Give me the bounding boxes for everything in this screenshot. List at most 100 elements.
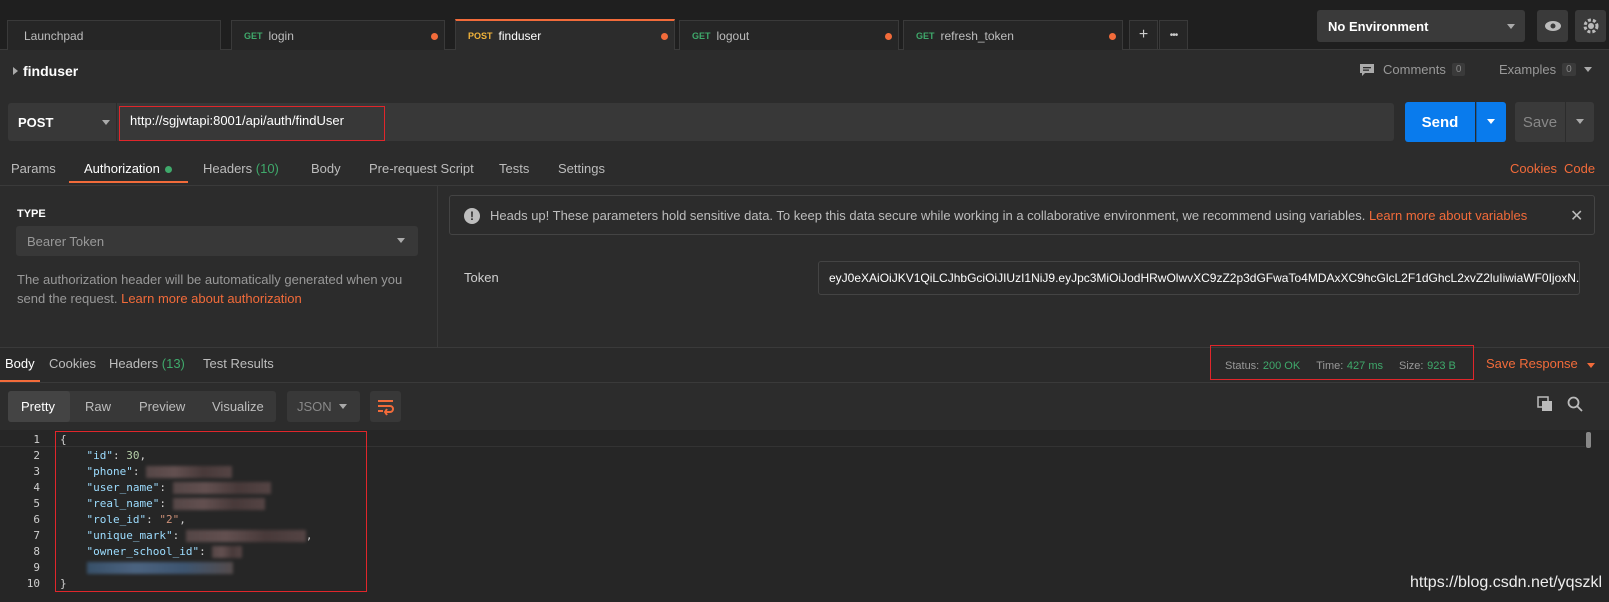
close-icon[interactable]: ✕ [1570,206,1583,226]
redacted-value [86,562,233,574]
tab-params[interactable]: Params [11,161,56,176]
code-line: "owner_school_id": [60,545,243,558]
token-input[interactable]: eyJ0eXAiOiJKV1QiLCJhbGciOiJIUzI1NiJ9.eyJ… [818,261,1580,295]
auth-type-panel [0,186,438,347]
active-tab-indicator [69,181,188,183]
tab-method: POST [468,30,493,41]
code-line: "role_id": "2", [86,513,186,526]
cookies-link[interactable]: Cookies [1510,161,1557,176]
response-tab-body[interactable]: Body [5,356,35,371]
manage-environments-button[interactable] [1575,10,1606,42]
chevron-down-icon [1587,363,1596,368]
tab-body[interactable]: Body [311,161,341,176]
unsaved-dot-icon [1109,33,1116,40]
save-response-button[interactable]: Save Response [1486,356,1596,371]
caret-right-icon[interactable] [13,67,18,75]
time-value[interactable]: 427 ms [1347,360,1383,372]
auth-type-label: TYPE [17,208,46,220]
tab-prerequest-script[interactable]: Pre-request Script [369,161,474,176]
tab-more-button[interactable]: ••• [1159,20,1188,50]
wrap-lines-button[interactable] [370,391,401,422]
line-number: 10 [26,577,40,590]
headers-count: (10) [255,161,279,176]
tab-finduser[interactable]: POST finduser [455,19,675,50]
auth-type-value: Bearer Token [27,233,105,249]
tab-headers-label: Headers [203,161,253,176]
time-label: Time: [1316,360,1344,372]
json-value: 30 [126,449,140,462]
search-icon[interactable] [1567,396,1583,415]
examples-label: Examples [1499,62,1557,77]
tab-logout[interactable]: GET logout [679,20,899,50]
request-name[interactable]: finduser [23,63,78,79]
status-label: Status: [1225,360,1260,372]
json-key: "phone" [86,465,133,478]
format-pretty-button[interactable]: Pretty [21,399,55,414]
tab-authorization[interactable]: Authorization [84,161,172,176]
tab-tests[interactable]: Tests [499,161,529,176]
new-tab-button[interactable]: + [1129,20,1158,50]
tab-settings[interactable]: Settings [558,161,605,176]
json-key: "real_name" [86,497,160,510]
line-number: 6 [33,513,40,526]
active-dot-icon [164,166,172,174]
response-meta: Status: 200 OK Time: 427 ms Size: 923 B [1225,357,1456,372]
format-preview-button[interactable]: Preview [139,399,185,414]
comment-icon [1360,63,1374,76]
plus-icon: + [1138,26,1149,43]
response-tab-test-results[interactable]: Test Results [203,356,274,371]
code-line: } [60,577,67,590]
response-headers-count: (13) [161,356,185,371]
auth-type-select[interactable]: Bearer Token [16,226,418,256]
tab-launchpad[interactable]: Launchpad [7,20,221,50]
tab-label: finduser [498,28,542,43]
comments-button[interactable]: Comments 0 [1359,62,1466,77]
send-label: Send [1421,113,1459,131]
code-line: { [60,433,67,446]
language-label: JSON [297,399,332,414]
environment-select[interactable]: No Environment [1317,10,1525,42]
redacted-value [212,546,243,558]
save-button[interactable]: Save [1515,102,1565,142]
environment-quick-look-button[interactable] [1537,10,1568,42]
learn-more-variables-link[interactable]: Learn more about variables [1369,208,1527,223]
tab-refresh-token[interactable]: GET refresh_token [903,20,1123,50]
examples-button[interactable]: Examples 0 [1499,62,1592,77]
line-number: 7 [33,529,40,542]
copy-icon[interactable] [1537,396,1553,415]
tab-label: Launchpad [24,28,84,43]
tab-login[interactable]: GET login [231,20,445,50]
format-visualize-button[interactable]: Visualize [212,399,264,414]
chevron-down-icon [1487,119,1495,124]
line-number: 5 [33,497,40,510]
comments-label: Comments [1383,62,1446,77]
line-number: 9 [33,561,40,574]
status-value[interactable]: 200 OK [1263,360,1300,372]
code-line: "real_name": [60,497,265,510]
chevron-down-icon [1583,67,1592,72]
scrollbar[interactable] [1586,432,1591,448]
tab-headers[interactable]: Headers (10) [203,161,279,176]
examples-count: 0 [1562,63,1576,76]
send-button[interactable]: Send [1405,102,1475,142]
warning-text: Heads up! These parameters hold sensitiv… [490,207,1366,223]
learn-more-auth-link[interactable]: Learn more about authorization [121,291,302,306]
send-options-button[interactable] [1476,102,1506,142]
response-tab-headers[interactable]: Headers (13) [109,356,185,371]
wrap-icon [378,400,394,416]
url-value: http://sgjwtapi:8001/api/auth/findUser [130,113,344,128]
method-select[interactable]: POST [8,103,116,141]
code-link[interactable]: Code [1564,161,1595,176]
method-label: POST [18,114,54,130]
warning-icon: ! [464,208,480,224]
size-value[interactable]: 923 B [1427,360,1456,372]
chevron-down-icon [397,238,405,243]
format-raw-button[interactable]: Raw [85,399,111,414]
response-tab-cookies[interactable]: Cookies [49,356,96,371]
save-options-button[interactable] [1566,102,1594,142]
language-select[interactable]: JSON [287,391,360,422]
comments-count: 0 [1451,63,1466,76]
line-number: 3 [33,465,40,478]
response-body-editor[interactable] [0,430,1609,602]
line-number: 8 [33,545,40,558]
